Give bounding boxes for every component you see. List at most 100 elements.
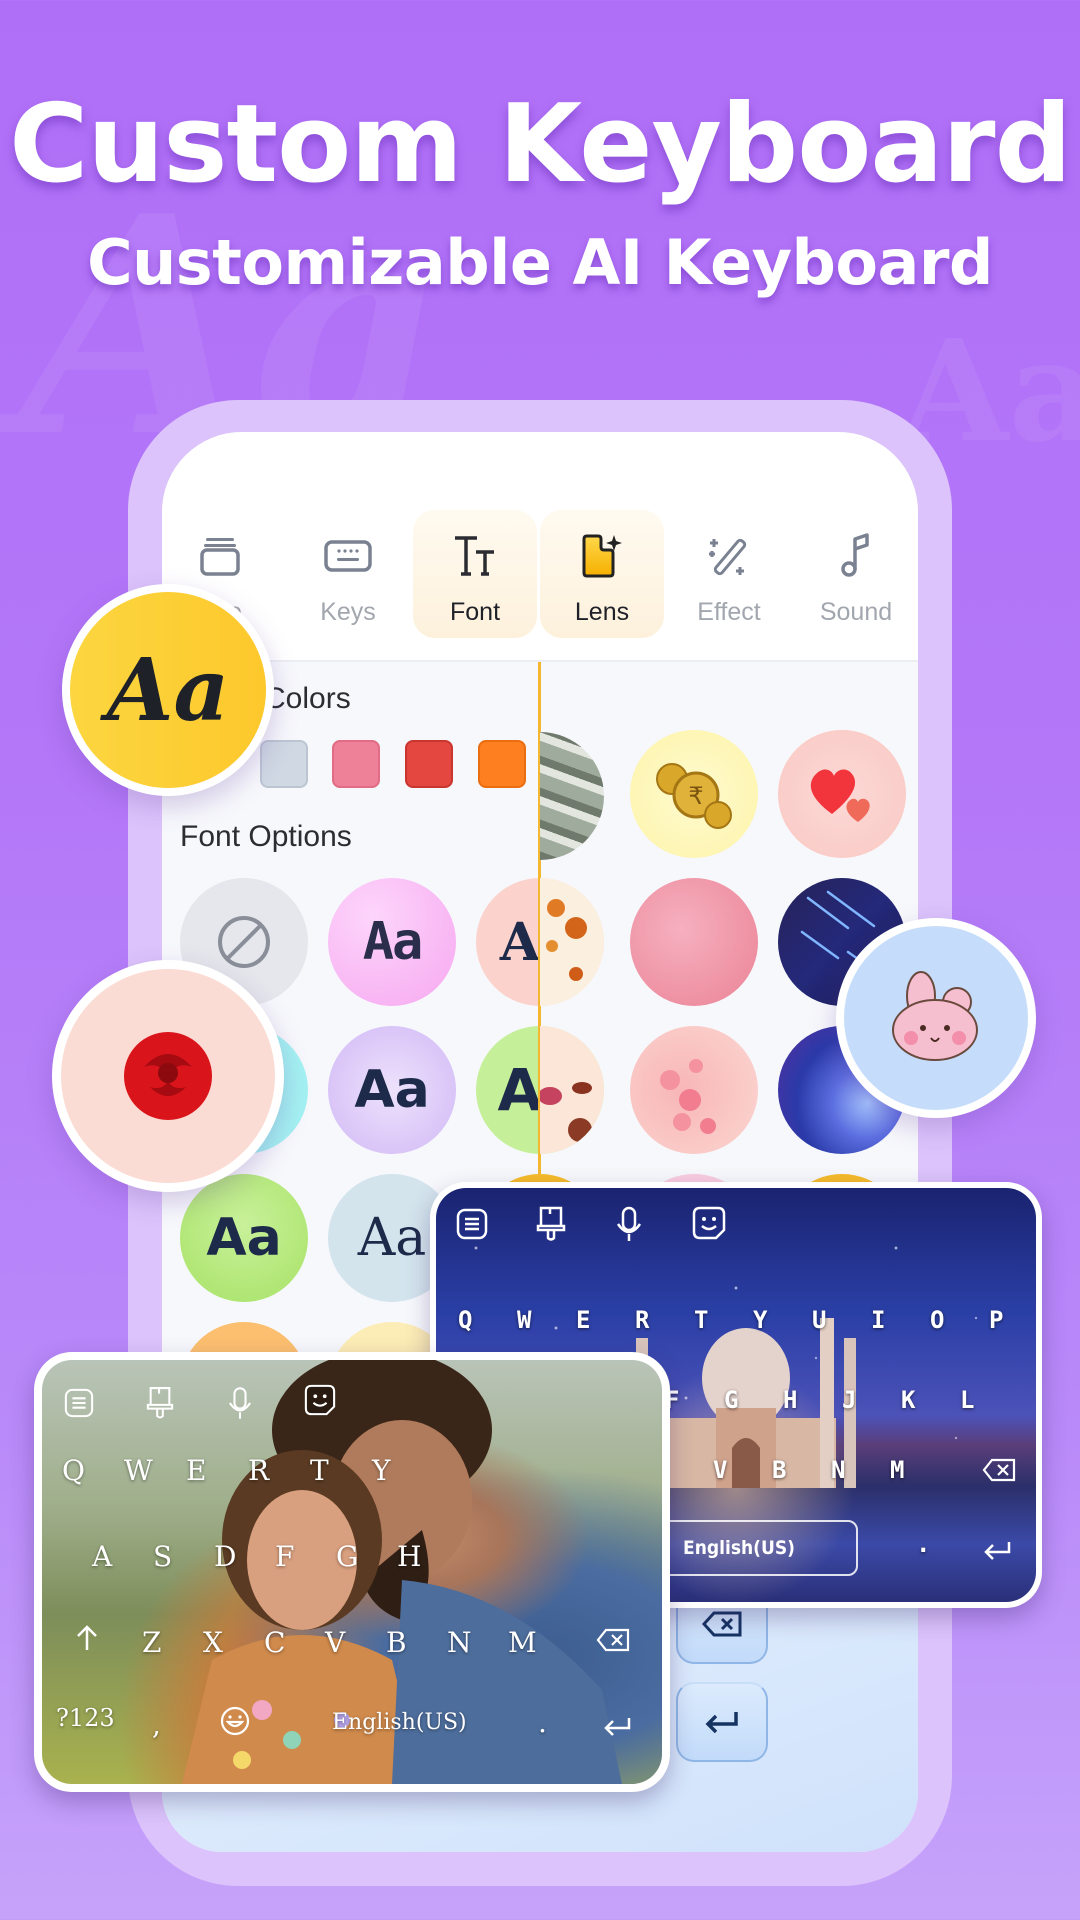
tab-effect-label: Effect (697, 598, 761, 626)
photo-key-q[interactable]: Q (62, 1454, 85, 1487)
photo-key-a[interactable]: A (92, 1540, 112, 1573)
svg-text:₹: ₹ (688, 782, 703, 810)
tab-font-label: Font (449, 598, 501, 626)
menu-icon[interactable] (456, 1208, 488, 1245)
photo-key-g[interactable]: G (336, 1540, 358, 1573)
night-key-k[interactable]: K (901, 1386, 915, 1414)
photo-key-symbols[interactable]: ?123 (56, 1704, 115, 1732)
font-option-bold-round[interactable]: Aa (328, 1026, 456, 1154)
photo-key-v[interactable]: V (325, 1626, 345, 1659)
night-key-l[interactable]: L (960, 1386, 974, 1414)
bunny-bubble[interactable] (836, 918, 1036, 1118)
font-option-drip-label: A (497, 1056, 543, 1124)
night-key-q[interactable]: Q (458, 1306, 472, 1334)
rose-icon (124, 1032, 212, 1120)
font-option-sans-bold[interactable]: Aa (180, 1174, 308, 1302)
theme-hearts[interactable] (778, 730, 906, 858)
photo-key-h[interactable]: H (397, 1540, 421, 1573)
night-key-n[interactable]: N (831, 1456, 845, 1484)
photo-key-b[interactable]: B (386, 1626, 407, 1659)
photo-key-space[interactable]: English(US) (332, 1710, 467, 1735)
colors-title: Colors (264, 682, 351, 715)
photo-key-s[interactable]: S (153, 1540, 172, 1573)
color-swatch-orange[interactable] (478, 740, 526, 788)
font-option-floral-label: A (499, 911, 541, 973)
theme-cherry-blossom[interactable] (630, 1026, 758, 1154)
enter-icon[interactable] (982, 1540, 1012, 1567)
photo-key-z[interactable]: Z (142, 1626, 161, 1659)
coins-icon: ₹ (656, 763, 732, 829)
night-key-r[interactable]: R (635, 1306, 649, 1334)
tab-sound[interactable]: Sound (794, 510, 918, 638)
photo-key-x[interactable]: X (203, 1626, 223, 1659)
night-key-t[interactable]: T (694, 1306, 708, 1334)
night-key-y[interactable]: Y (753, 1306, 767, 1334)
photo-key-f[interactable]: F (275, 1540, 294, 1573)
night-key-w[interactable]: W (517, 1306, 531, 1334)
paint-brush-icon[interactable] (146, 1386, 174, 1425)
photo-key-w[interactable]: W (124, 1454, 153, 1487)
font-option-serif-label: Aa (357, 1208, 427, 1268)
backspace-icon[interactable] (596, 1628, 630, 1657)
tab-lens-label: Lens (574, 598, 630, 626)
sticker-icon[interactable] (304, 1384, 336, 1421)
night-key-p[interactable]: P (989, 1306, 1003, 1334)
night-key-v[interactable]: V (713, 1456, 727, 1484)
tab-effect[interactable]: Effect (667, 510, 791, 638)
font-option-pixel[interactable]: Aa (328, 878, 456, 1006)
tab-keys[interactable]: Keys (286, 510, 410, 638)
color-swatch-pink[interactable] (332, 740, 380, 788)
promo-subline: Customizable AI Keyboard (87, 226, 993, 299)
blossom-icon (660, 1059, 716, 1134)
night-key-period[interactable]: . (916, 1530, 930, 1558)
tab-lens[interactable]: Lens (540, 510, 664, 638)
emoji-icon[interactable] (220, 1706, 250, 1741)
night-key-u[interactable]: U (812, 1306, 826, 1334)
font-option-bold-round-label: Aa (354, 1060, 430, 1120)
font-option-sans-bold-label: Aa (206, 1208, 282, 1268)
night-key-m[interactable]: M (890, 1456, 904, 1484)
night-key-h[interactable]: H (783, 1386, 797, 1414)
shift-icon[interactable] (76, 1624, 98, 1657)
photo-keyboard-preview: Q WE R T Y A S D F G H Z X C V B N M ?123 , English(US)… (34, 1352, 670, 1792)
font-option-pixel-label: Aa (362, 912, 424, 972)
rose-bubble[interactable] (52, 960, 284, 1192)
paint-brush-icon[interactable] (536, 1206, 566, 1247)
microphone-icon[interactable] (616, 1206, 642, 1247)
night-key-i[interactable]: I (871, 1306, 885, 1334)
photo-key-t[interactable]: T (310, 1454, 329, 1487)
theme-pink-hearts[interactable] (630, 878, 758, 1006)
sparkle-document-icon (578, 532, 626, 580)
photo-key-e[interactable]: E (186, 1454, 206, 1487)
photo-key-n[interactable]: N (447, 1626, 472, 1659)
pastel-key-enter[interactable] (676, 1682, 768, 1762)
night-key-j[interactable]: J (842, 1386, 856, 1414)
night-key-o[interactable]: O (930, 1306, 944, 1334)
tab-keys-label: Keys (320, 598, 376, 626)
no-font-icon (218, 916, 270, 968)
photo-key-period[interactable]: . (538, 1706, 547, 1739)
bunny-icon (892, 971, 978, 1061)
photo-key-d[interactable]: D (214, 1540, 236, 1573)
night-key-g[interactable]: G (724, 1386, 738, 1414)
photo-key-comma[interactable]: , (152, 1708, 161, 1741)
color-swatch-red[interactable] (405, 740, 453, 788)
enter-icon[interactable] (602, 1716, 632, 1743)
photo-key-m[interactable]: M (508, 1626, 537, 1659)
menu-icon[interactable] (64, 1388, 94, 1423)
photo-key-c[interactable]: C (264, 1626, 285, 1659)
night-key-e[interactable]: E (576, 1306, 590, 1334)
magic-wand-icon (705, 532, 753, 580)
font-size-icon (451, 532, 499, 580)
script-font-bubble[interactable]: Aa (62, 584, 274, 796)
microphone-icon[interactable] (228, 1386, 252, 1425)
night-key-b[interactable]: B (772, 1456, 786, 1484)
backspace-icon[interactable] (982, 1458, 1016, 1487)
photo-key-y[interactable]: Y (372, 1454, 390, 1487)
color-swatch-gray[interactable] (260, 740, 308, 788)
night-space-label: English(US) (683, 1537, 795, 1559)
theme-rupee-coins[interactable]: ₹ (630, 730, 758, 858)
sticker-icon[interactable] (692, 1206, 726, 1245)
photo-key-r[interactable]: R (248, 1454, 269, 1487)
tab-font[interactable]: Font (413, 510, 537, 638)
